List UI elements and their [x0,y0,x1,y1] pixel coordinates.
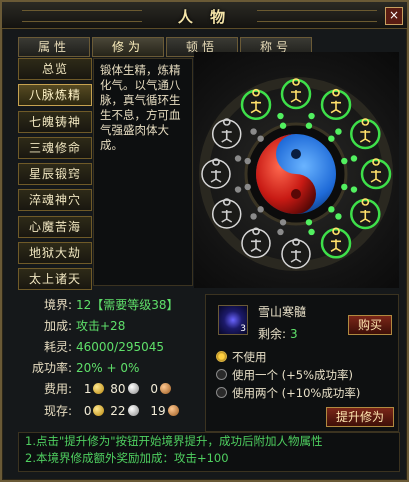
meridian-node [257,206,264,213]
bronze-coin-icon [160,383,172,394]
close-icon[interactable]: × [385,7,403,25]
bonus-row: 加成: 攻击+28 [43,319,126,333]
radio-selected-icon[interactable] [216,351,227,362]
spirit-row: 耗灵: 46000/295045 [43,340,165,354]
tab-cultivation[interactable]: 修为 [92,37,164,57]
meridian-node [279,219,287,226]
meridian-node [277,228,284,236]
rate-value: 20% + 0% [76,361,140,375]
meridian-node [350,155,358,162]
meridian-wheel [194,52,399,288]
meridian-node [277,112,284,120]
meridian-node [341,157,348,165]
meridian-node [257,135,264,142]
meridian-node [308,228,315,236]
tip-line: 1.点击"提升修为"按钮开始境界提升，成功后附加人物属性 [25,434,323,448]
meridian-node [244,183,251,191]
meridian-medallion[interactable] [350,198,381,230]
stock-row: 现存: 0 22 19 [18,402,181,418]
bonus-value: 攻击+28 [76,319,126,333]
meridian-node [328,135,335,142]
window-title: 人 物 [177,8,232,26]
meridian-node [335,128,342,135]
meridian-medallion[interactable] [281,238,311,269]
meridian-node [335,213,342,220]
nav-star-forge[interactable]: 星辰锻窍 [18,163,92,186]
meridian-node [305,122,313,129]
nav-eight-meridians[interactable]: 八脉炼精 [18,84,92,107]
rate-row: 成功率: 20% + 0% [31,361,140,375]
character-window: 人 物 × 属性 修为 顿悟 称号 总览 八脉炼精 七魄铸神 三魂修命 星辰锻窍… [0,0,409,482]
realm-info: 境界: 12【需要等级38】 加成: 攻击+28 耗灵: 46000/295045 成… [18,294,200,426]
silver-coin-icon [127,383,139,394]
meridian-medallion[interactable] [241,227,271,259]
upgrade-cultivation-button[interactable]: 提升修为 [326,407,394,427]
gold-coin-icon [93,383,105,394]
radio-icon[interactable] [216,387,227,398]
item-remain: 剩余: 3 [258,327,298,341]
realm-row: 境界: 12【需要等级38】 [43,298,179,312]
meridian-node [341,183,348,191]
meridian-node [279,122,287,129]
cost-row: 费用: 1 80 0 [18,380,173,396]
description-panel: 锻体生精，炼精化气。以气通八脉，真气循环生生不息，方可血气强盛肉体大成。 [93,58,193,286]
nav-seven-souls[interactable]: 七魄铸神 [18,110,92,133]
nav-supreme-heaven[interactable]: 太上诸天 [18,268,92,291]
meridian-medallion[interactable] [320,227,352,259]
realm-value: 12【需要等级38】 [76,298,179,312]
meridian-node [305,219,313,226]
meridian-medallion[interactable] [350,118,381,150]
silver-coin-icon [127,405,139,416]
nav-heart-demon[interactable]: 心魔苦海 [18,215,92,238]
description-text: 锻体生精，炼精化气。以气通八脉，真气循环生生不息，方可血气强盛肉体大成。 [100,63,181,152]
option-use-two[interactable]: 使用两个 (+10%成功率) [216,385,360,400]
tips-panel: 1.点击"提升修为"按钮开始境界提升，成功后附加人物属性 2.本境界修成额外奖励… [18,432,400,472]
meridian-node [234,155,242,162]
meridian-node [244,157,251,165]
nav-overview[interactable]: 总览 [18,58,92,80]
meridian-medallion[interactable] [211,118,242,149]
snow-marrow-item-icon[interactable]: 3 [218,305,248,335]
meridian-node [250,128,257,135]
item-name: 雪山寒髓 [258,305,307,319]
meridian-node [234,186,242,193]
cultivation-nav: 总览 八脉炼精 七魄铸神 三魂修命 星辰锻窍 淬魂神穴 心魔苦海 地狱大劫 太上… [18,58,92,295]
meridian-medallion[interactable] [211,198,242,229]
meridian-wheel-graphic [199,77,393,271]
tab-attributes[interactable]: 属性 [18,37,90,57]
gold-coin-icon [93,405,105,416]
radio-icon[interactable] [216,369,227,380]
meridian-node [350,186,358,193]
option-none[interactable]: 不使用 [216,349,267,364]
yin-yang-orb [256,134,336,214]
meridian-medallion[interactable] [240,89,272,120]
nav-three-spirits[interactable]: 三魂修命 [18,136,92,159]
meridian-medallion[interactable] [201,158,231,189]
meridian-node [308,112,315,120]
meridian-node [250,213,257,220]
title-bar: 人 物 × [2,2,407,29]
buy-button[interactable]: 购买 [348,315,392,335]
nav-hell-calamity[interactable]: 地狱大劫 [18,242,92,265]
meridian-medallion[interactable] [360,158,392,190]
nav-soul-acupoint[interactable]: 淬魂神穴 [18,189,92,212]
meridian-medallion[interactable] [320,89,352,120]
option-use-one[interactable]: 使用一个 (+5%成功率) [216,367,353,382]
tip-line: 2.本境界修成额外奖励加成：攻击+100 [25,451,229,465]
bronze-coin-icon [167,405,179,416]
meridian-node [328,206,335,213]
meridian-medallion[interactable] [280,78,312,110]
spirit-value: 46000/295045 [76,340,165,354]
item-panel: 3 雪山寒髓 剩余: 3 购买 不使用 使用一个 (+5%成功率) 使用两个 (+… [205,294,399,432]
